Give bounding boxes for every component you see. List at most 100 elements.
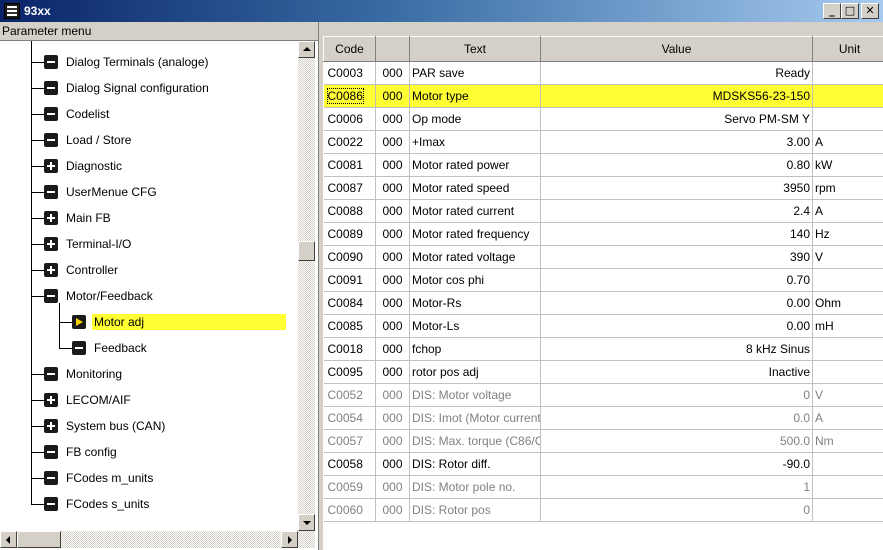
- cell-value[interactable]: 0: [540, 383, 813, 407]
- expand-icon[interactable]: [44, 237, 58, 251]
- cell-unit: Nm: [812, 429, 883, 453]
- column-header-index[interactable]: [375, 36, 410, 62]
- tree-item[interactable]: Feedback: [72, 337, 149, 359]
- tree-item[interactable]: Monitoring: [44, 363, 124, 385]
- table-row[interactable]: C0081 000 Motor rated power 0.80 kW: [323, 153, 883, 177]
- tree-vertical-scrollbar[interactable]: [298, 41, 315, 531]
- table-row[interactable]: C0085 000 Motor-Ls 0.00 mH: [323, 314, 883, 338]
- scroll-thumb[interactable]: [298, 241, 315, 261]
- tree-item[interactable]: Main FB: [44, 207, 113, 229]
- table-row[interactable]: C0059 000 DIS: Motor pole no. 1: [323, 475, 883, 499]
- cell-value[interactable]: Ready: [540, 61, 813, 85]
- close-button[interactable]: ✕: [861, 3, 879, 19]
- cell-value[interactable]: 140: [540, 222, 813, 246]
- folder-icon[interactable]: [44, 55, 58, 69]
- scroll-up-button[interactable]: [298, 41, 315, 58]
- tree-item[interactable]: LECOM/AIF: [44, 389, 133, 411]
- tree-item[interactable]: FCodes s_units: [44, 493, 151, 515]
- table-row[interactable]: C0095 000 rotor pos adj Inactive: [323, 360, 883, 384]
- cell-value[interactable]: 2.4: [540, 199, 813, 223]
- table-row[interactable]: C0018 000 fchop 8 kHz Sinus: [323, 337, 883, 361]
- folder-icon[interactable]: [44, 289, 58, 303]
- maximize-button[interactable]: □: [841, 3, 859, 19]
- table-row[interactable]: C0052 000 DIS: Motor voltage 0 V: [323, 383, 883, 407]
- table-row[interactable]: C0006 000 Op mode Servo PM-SM Y: [323, 107, 883, 131]
- table-row[interactable]: C0084 000 Motor-Rs 0.00 Ohm: [323, 291, 883, 315]
- cell-value[interactable]: 500.0: [540, 429, 813, 453]
- expand-icon[interactable]: [44, 159, 58, 173]
- cell-text-text: +Imax: [412, 135, 446, 149]
- table-row[interactable]: C0003 000 PAR save Ready: [323, 61, 883, 85]
- tree-item[interactable]: Dialog Terminals (analoge): [44, 51, 211, 73]
- cell-value[interactable]: -90.0: [540, 452, 813, 476]
- cell-value[interactable]: 0.0: [540, 406, 813, 430]
- tree-item[interactable]: Load / Store: [44, 129, 133, 151]
- table-row[interactable]: C0091 000 Motor cos phi 0.70: [323, 268, 883, 292]
- tree-item[interactable]: FB config: [44, 441, 119, 463]
- tree-item[interactable]: Motor adj: [72, 311, 287, 333]
- scroll-right-button[interactable]: [281, 531, 298, 548]
- cell-value[interactable]: 390: [540, 245, 813, 269]
- cell-value-text: -90.0: [782, 457, 810, 471]
- tree-item[interactable]: Dialog Signal configuration: [44, 77, 211, 99]
- folder-icon[interactable]: [44, 497, 58, 511]
- tree-item[interactable]: FCodes m_units: [44, 467, 155, 489]
- column-header-text[interactable]: Text: [409, 36, 541, 62]
- active-folder-icon[interactable]: [72, 315, 86, 329]
- tree-item-label: System bus (CAN): [66, 419, 166, 433]
- cell-value[interactable]: MDSKS56-23-150: [540, 84, 813, 108]
- table-row[interactable]: C0057 000 DIS: Max. torque (C86/C22 500.0 Nm: [323, 429, 883, 453]
- cell-text-text: DIS: Rotor diff.: [412, 457, 491, 471]
- scroll-left-button[interactable]: [0, 531, 17, 548]
- cell-value[interactable]: 1: [540, 475, 813, 499]
- minimize-button[interactable]: _: [823, 3, 841, 19]
- folder-icon[interactable]: [44, 81, 58, 95]
- table-row[interactable]: C0090 000 Motor rated voltage 390 V: [323, 245, 883, 269]
- table-row[interactable]: C0087 000 Motor rated speed 3950 rpm: [323, 176, 883, 200]
- tree-horizontal-scrollbar[interactable]: [0, 531, 315, 548]
- folder-icon[interactable]: [44, 185, 58, 199]
- cell-value[interactable]: Servo PM-SM Y: [540, 107, 813, 131]
- expand-icon[interactable]: [44, 211, 58, 225]
- hscroll-thumb[interactable]: [17, 531, 61, 548]
- folder-icon[interactable]: [44, 107, 58, 121]
- table-row[interactable]: C0060 000 DIS: Rotor pos 0: [323, 498, 883, 522]
- folder-icon[interactable]: [72, 341, 86, 355]
- column-header-value[interactable]: Value: [540, 36, 813, 62]
- tree-item[interactable]: Diagnostic: [44, 155, 124, 177]
- tree-item[interactable]: Controller: [44, 259, 120, 281]
- cell-value[interactable]: 0: [540, 498, 813, 522]
- column-header-unit[interactable]: Unit: [812, 36, 883, 62]
- column-header-code[interactable]: Code: [323, 36, 376, 62]
- table-row[interactable]: C0022 000 +Imax 3.00 A: [323, 130, 883, 154]
- cell-value[interactable]: 8 kHz Sinus: [540, 337, 813, 361]
- tree-item[interactable]: System bus (CAN): [44, 415, 167, 437]
- table-row[interactable]: C0054 000 DIS: Imot (Motor current) 0.0 A: [323, 406, 883, 430]
- folder-icon[interactable]: [44, 367, 58, 381]
- folder-icon[interactable]: [44, 471, 58, 485]
- cell-value[interactable]: 0.00: [540, 314, 813, 338]
- expand-icon[interactable]: [44, 393, 58, 407]
- table-row[interactable]: C0088 000 Motor rated current 2.4 A: [323, 199, 883, 223]
- tree-item[interactable]: UserMenue CFG: [44, 181, 159, 203]
- scroll-down-button[interactable]: [298, 514, 315, 531]
- expand-icon[interactable]: [44, 419, 58, 433]
- cell-value[interactable]: Inactive: [540, 360, 813, 384]
- cell-text-text: Motor rated power: [412, 158, 510, 172]
- cell-value[interactable]: 3.00: [540, 130, 813, 154]
- tree-item[interactable]: Terminal-I/O: [44, 233, 133, 255]
- tree-item[interactable]: Codelist: [44, 103, 111, 125]
- table-row[interactable]: C0089 000 Motor rated frequency 140 Hz: [323, 222, 883, 246]
- folder-icon[interactable]: [44, 133, 58, 147]
- cell-unit-text: A: [815, 204, 824, 218]
- cell-text: DIS: Rotor diff.: [409, 452, 541, 476]
- table-row[interactable]: C0058 000 DIS: Rotor diff. -90.0: [323, 452, 883, 476]
- expand-icon[interactable]: [44, 263, 58, 277]
- cell-value[interactable]: 0.00: [540, 291, 813, 315]
- table-row[interactable]: C0086 000 Motor type MDSKS56-23-150: [323, 84, 883, 108]
- cell-value[interactable]: 0.70: [540, 268, 813, 292]
- cell-value[interactable]: 3950: [540, 176, 813, 200]
- cell-value[interactable]: 0.80: [540, 153, 813, 177]
- folder-icon[interactable]: [44, 445, 58, 459]
- tree-item[interactable]: Motor/Feedback: [44, 285, 155, 307]
